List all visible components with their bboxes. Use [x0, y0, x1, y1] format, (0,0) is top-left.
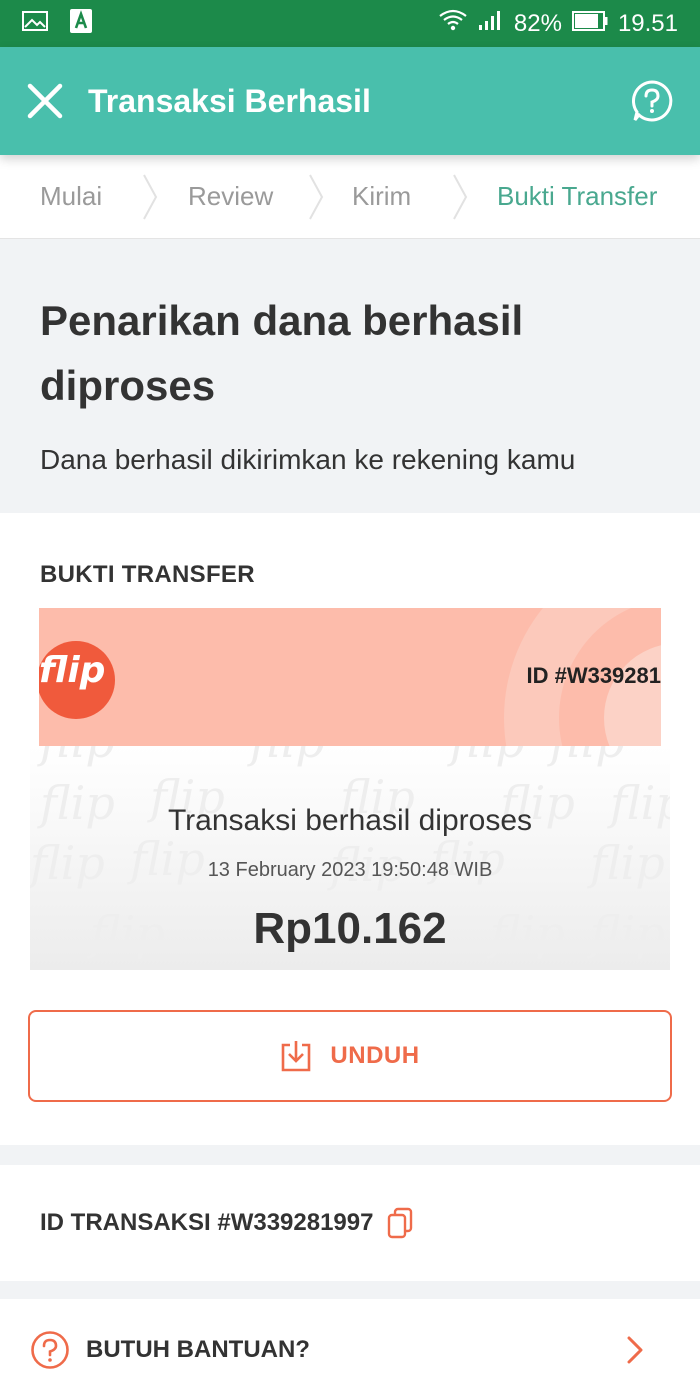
battery-percent: 82%	[513, 9, 562, 37]
receipt-banner: flip ID #W339281	[39, 608, 661, 746]
receipt-title: Transaksi berhasil diproses	[167, 804, 533, 837]
battery-icon	[571, 10, 608, 38]
progress-stepper: Mulai Review Kirim Bukti Transfer	[0, 155, 700, 239]
step-bukti-transfer: Bukti Transfer	[497, 181, 658, 211]
download-icon	[280, 1039, 312, 1073]
page-title: Transaksi Berhasil	[88, 82, 371, 119]
step-review: Review	[188, 181, 274, 211]
chevron-right-icon	[626, 1335, 644, 1365]
receipt-preview[interactable]: flip ID #W339281 flip flip flip flip fli…	[30, 608, 670, 970]
signal-icon	[478, 9, 504, 38]
result-title: Penarikan dana berhasil diproses	[40, 297, 524, 409]
step-separator-icon	[452, 173, 468, 226]
download-button-label: UNDUH	[330, 1042, 420, 1069]
transaction-id: ID TRANSAKSI #W339281997	[40, 1209, 374, 1236]
step-kirim: Kirim	[352, 181, 412, 211]
section-label: BUKTI TRANSFER	[40, 561, 255, 588]
gallery-icon	[22, 11, 48, 36]
close-icon[interactable]	[26, 82, 64, 120]
transfer-proof-card: BUKTI TRANSFER flip ID #W339281 flip fli…	[0, 513, 700, 1145]
wifi-icon	[438, 8, 468, 39]
result-header: Penarikan dana berhasil diproses Dana be…	[0, 240, 700, 513]
step-separator-icon	[308, 173, 324, 226]
step-separator-icon	[142, 173, 158, 226]
status-bar: 82% 19.51	[0, 0, 700, 47]
help-chat-icon[interactable]	[630, 79, 674, 123]
receipt-amount: Rp10.162	[253, 904, 447, 953]
receipt-id: ID #W339281	[526, 663, 661, 688]
help-label: BUTUH BANTUAN?	[86, 1335, 310, 1363]
result-subtitle: Dana berhasil dikirimkan ke rekening kam…	[40, 444, 576, 475]
question-circle-icon	[30, 1330, 70, 1370]
step-mulai: Mulai	[40, 181, 103, 211]
clock: 19.51	[617, 9, 678, 37]
receipt-body: flip flip flip flip flip flip flip flip …	[30, 746, 670, 970]
receipt-date: 13 February 2023 19:50:48 WIB	[207, 859, 493, 881]
app-bar: Transaksi Berhasil	[0, 47, 700, 155]
a-app-icon	[70, 9, 92, 38]
help-row[interactable]: BUTUH BANTUAN?	[0, 1299, 700, 1400]
copy-icon[interactable]	[387, 1207, 413, 1239]
flip-logo-text: flip	[39, 650, 106, 691]
download-button[interactable]: UNDUH	[28, 1010, 672, 1102]
transaction-id-row: ID TRANSAKSI #W339281997	[0, 1165, 700, 1281]
